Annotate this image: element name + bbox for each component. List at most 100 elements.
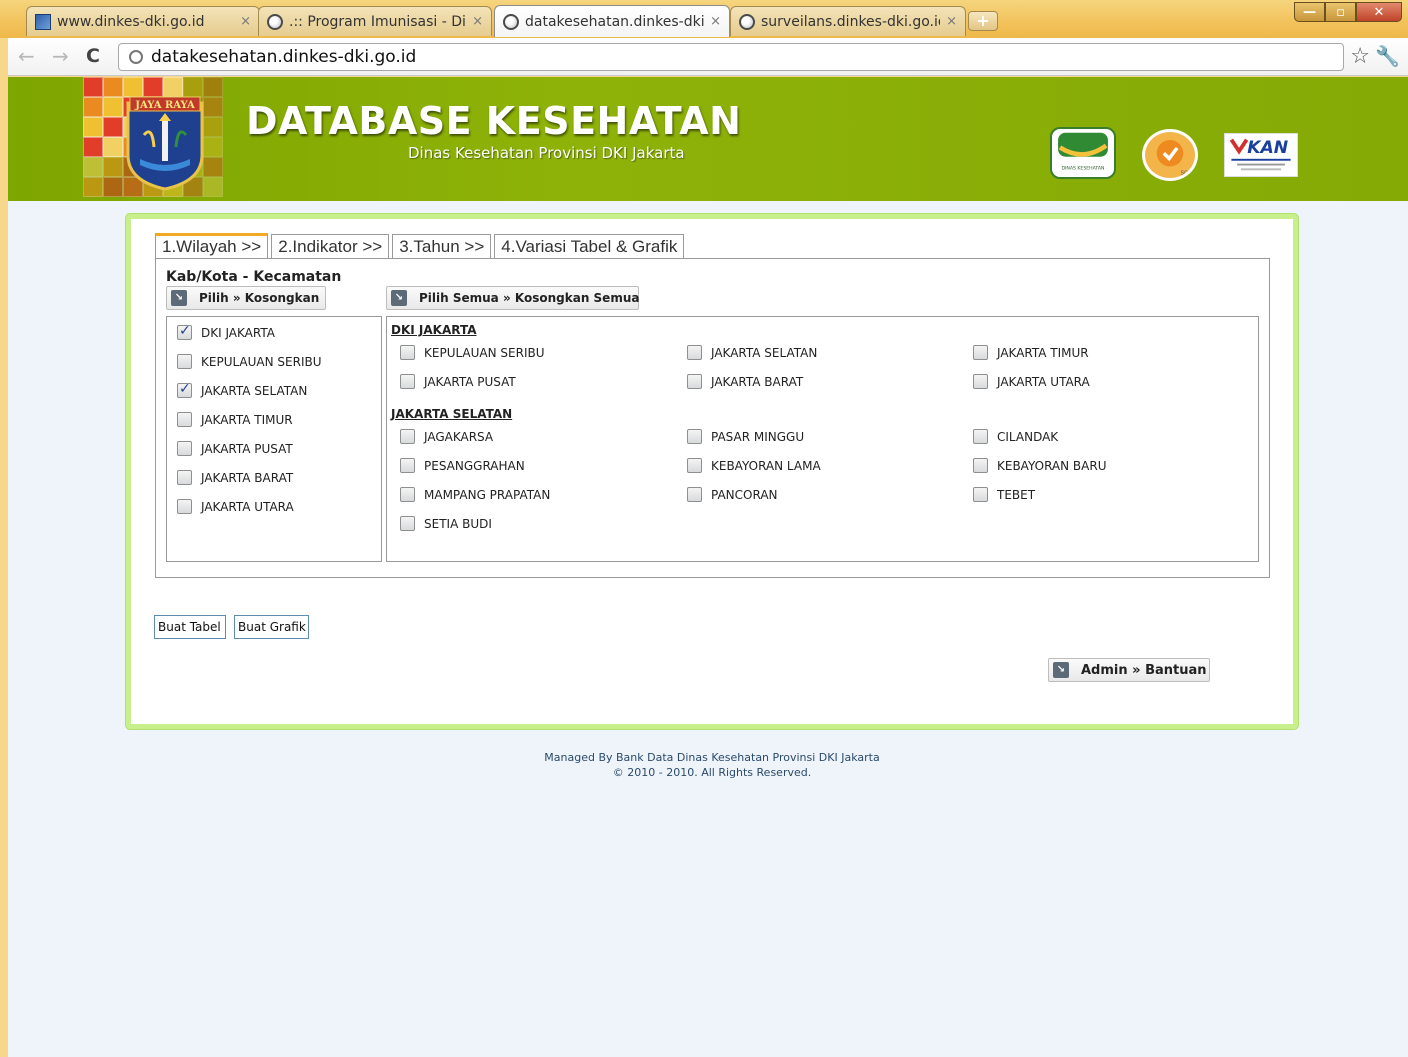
reload-icon[interactable]: C bbox=[86, 46, 100, 66]
new-tab-button[interactable]: + bbox=[968, 11, 998, 31]
pilih-semua-kosongkan-semua-button[interactable]: ↘ Pilih Semua » Kosongkan Semua bbox=[386, 286, 639, 310]
kecamatan-item[interactable]: KEBAYORAN LAMA bbox=[687, 458, 821, 473]
kecamatan-item[interactable]: JAGAKARSA bbox=[400, 429, 493, 444]
browser-tab-surveilans[interactable]: surveilans.dinkes-dki.go.id × bbox=[730, 6, 966, 36]
mosaic-tile bbox=[203, 177, 223, 197]
kecamatan-checkbox[interactable] bbox=[400, 374, 415, 389]
kecamatan-label: JAKARTA SELATAN bbox=[711, 345, 818, 360]
sgs-certification-logo: SGS bbox=[1142, 129, 1198, 181]
kecamatan-item[interactable]: PESANGGRAHAN bbox=[400, 458, 525, 473]
globe-icon bbox=[267, 13, 283, 30]
kecamatan-item[interactable]: TEBET bbox=[973, 487, 1035, 502]
kab-kota-checkbox[interactable] bbox=[177, 441, 192, 456]
tab-variasi[interactable]: 4.Variasi Tabel & Grafik bbox=[494, 234, 685, 258]
kab-kota-item[interactable]: JAKARTA UTARA bbox=[177, 499, 294, 514]
close-tab-icon[interactable]: × bbox=[240, 14, 251, 29]
kab-kota-checkbox[interactable] bbox=[177, 412, 192, 427]
kab-kota-item[interactable]: JAKARTA PUSAT bbox=[177, 441, 293, 456]
globe-icon bbox=[129, 50, 143, 64]
browser-tab-label: datakesehatan.dinkes-dki.go bbox=[525, 13, 705, 30]
close-tab-icon[interactable]: × bbox=[710, 14, 721, 29]
tab-indikator[interactable]: 2.Indikator >> bbox=[271, 234, 390, 258]
kab-kota-item[interactable]: JAKARTA TIMUR bbox=[177, 412, 293, 427]
close-window-icon[interactable]: ✕ bbox=[1356, 2, 1402, 22]
buat-grafik-button[interactable]: Buat Grafik bbox=[234, 615, 309, 639]
mosaic-tile bbox=[203, 117, 223, 137]
kecamatan-checkbox[interactable] bbox=[687, 374, 702, 389]
kecamatan-checkbox[interactable] bbox=[687, 345, 702, 360]
kecamatan-item[interactable]: CILANDAK bbox=[973, 429, 1058, 444]
group-heading: DKI JAKARTA bbox=[391, 323, 477, 337]
kecamatan-checkbox[interactable] bbox=[400, 487, 415, 502]
kecamatan-label: JAGAKARSA bbox=[424, 429, 494, 444]
back-arrow-icon[interactable]: ← bbox=[18, 46, 35, 66]
kecamatan-item[interactable]: KEPULAUAN SERIBU bbox=[400, 345, 545, 360]
tab-wilayah[interactable]: 1.Wilayah >> bbox=[155, 233, 269, 258]
forward-arrow-icon[interactable]: → bbox=[52, 46, 69, 66]
close-tab-icon[interactable]: × bbox=[946, 14, 957, 29]
kecamatan-checkbox[interactable] bbox=[400, 516, 415, 531]
kecamatan-label: MAMPANG PRAPATAN bbox=[424, 487, 551, 502]
kab-kota-checkbox[interactable] bbox=[177, 354, 192, 369]
address-url[interactable]: datakesehatan.dinkes-dki.go.id bbox=[151, 47, 416, 67]
kecamatan-checkbox[interactable] bbox=[973, 487, 988, 502]
kab-kota-checkbox[interactable] bbox=[177, 381, 192, 398]
kecamatan-item[interactable]: MAMPANG PRAPATAN bbox=[400, 487, 550, 502]
kab-kota-item[interactable]: JAKARTA BARAT bbox=[177, 470, 293, 485]
close-tab-icon[interactable]: × bbox=[472, 14, 483, 29]
kecamatan-checkbox[interactable] bbox=[400, 429, 415, 444]
kecamatan-checkbox[interactable] bbox=[973, 429, 988, 444]
kecamatan-label: TEBET bbox=[997, 487, 1036, 502]
kecamatan-item[interactable]: KEBAYORAN BARU bbox=[973, 458, 1107, 473]
kecamatan-checkbox[interactable] bbox=[400, 458, 415, 473]
kecamatan-item[interactable]: JAKARTA BARAT bbox=[687, 374, 803, 389]
kab-kota-checkbox[interactable] bbox=[177, 470, 192, 485]
pilih-kosongkan-button[interactable]: ↘ Pilih » Kosongkan bbox=[166, 286, 326, 310]
address-bar[interactable]: datakesehatan.dinkes-dki.go.id bbox=[118, 43, 1344, 71]
kecamatan-item[interactable]: JAKARTA SELATAN bbox=[687, 345, 817, 360]
kab-kota-item[interactable]: DKI JAKARTA bbox=[177, 323, 275, 340]
kecamatan-item[interactable]: JAKARTA PUSAT bbox=[400, 374, 516, 389]
bookmark-star-icon[interactable]: ☆ bbox=[1350, 44, 1370, 69]
admin-bantuan-button[interactable]: ↘ Admin » Bantuan bbox=[1048, 658, 1210, 682]
mosaic-tile bbox=[103, 137, 123, 157]
kecamatan-checkbox[interactable] bbox=[973, 374, 988, 389]
mosaic-tile bbox=[183, 77, 203, 97]
emblem-text: JAYA RAYA bbox=[134, 100, 195, 111]
kecamatan-item[interactable]: PASAR MINGGU bbox=[687, 429, 804, 444]
kecamatan-checkbox[interactable] bbox=[687, 458, 702, 473]
browser-tab-imunisasi[interactable]: .:: Program Imunisasi - Dinas × bbox=[258, 6, 492, 36]
kab-kota-list: DKI JAKARTA KEPULAUAN SERIBU JAKARTA SELAT… bbox=[166, 316, 382, 562]
arrow-down-right-icon: ↘ bbox=[391, 290, 407, 306]
kab-kota-label: JAKARTA BARAT bbox=[201, 470, 294, 485]
kecamatan-item[interactable]: PANCORAN bbox=[687, 487, 778, 502]
kecamatan-item[interactable]: JAKARTA UTARA bbox=[973, 374, 1090, 389]
mosaic-tile bbox=[203, 157, 223, 177]
footer-managed-by: Managed By Bank Data Dinas Kesehatan Pro… bbox=[544, 751, 880, 764]
kab-kota-label: JAKARTA TIMUR bbox=[201, 412, 293, 427]
wizard-tabs: 1.Wilayah >> 2.Indikator >> 3.Tahun >> 4… bbox=[155, 233, 687, 259]
kab-kota-checkbox[interactable] bbox=[177, 323, 192, 340]
group-heading: JAKARTA SELATAN bbox=[391, 407, 513, 421]
wrench-icon[interactable]: 🔧 bbox=[1375, 44, 1400, 68]
kab-kota-item[interactable]: KEPULAUAN SERIBU bbox=[177, 354, 322, 369]
browser-tab-dinkes[interactable]: www.dinkes-dki.go.id × bbox=[26, 6, 260, 36]
kab-kota-item[interactable]: JAKARTA SELATAN bbox=[177, 381, 307, 398]
browser-tab-datakesehatan[interactable]: datakesehatan.dinkes-dki.go × bbox=[494, 5, 730, 37]
kecamatan-checkbox[interactable] bbox=[973, 345, 988, 360]
mosaic-tile bbox=[103, 97, 123, 117]
kecamatan-checkbox[interactable] bbox=[400, 345, 415, 360]
kecamatan-item[interactable]: JAKARTA TIMUR bbox=[973, 345, 1089, 360]
kab-kota-checkbox[interactable] bbox=[177, 499, 192, 514]
buat-tabel-button[interactable]: Buat Tabel bbox=[154, 615, 226, 639]
query-panel: 1.Wilayah >> 2.Indikator >> 3.Tahun >> 4… bbox=[126, 214, 1298, 729]
tab-tahun[interactable]: 3.Tahun >> bbox=[392, 234, 492, 258]
maximize-icon[interactable]: ▫ bbox=[1325, 2, 1356, 22]
kecamatan-item[interactable]: SETIA BUDI bbox=[400, 516, 492, 531]
kecamatan-label: JAKARTA PUSAT bbox=[424, 374, 516, 389]
kecamatan-checkbox[interactable] bbox=[687, 487, 702, 502]
minimize-icon[interactable]: — bbox=[1294, 2, 1325, 22]
kecamatan-checkbox[interactable] bbox=[973, 458, 988, 473]
kecamatan-checkbox[interactable] bbox=[687, 429, 702, 444]
browser-tab-label: www.dinkes-dki.go.id bbox=[57, 13, 205, 30]
